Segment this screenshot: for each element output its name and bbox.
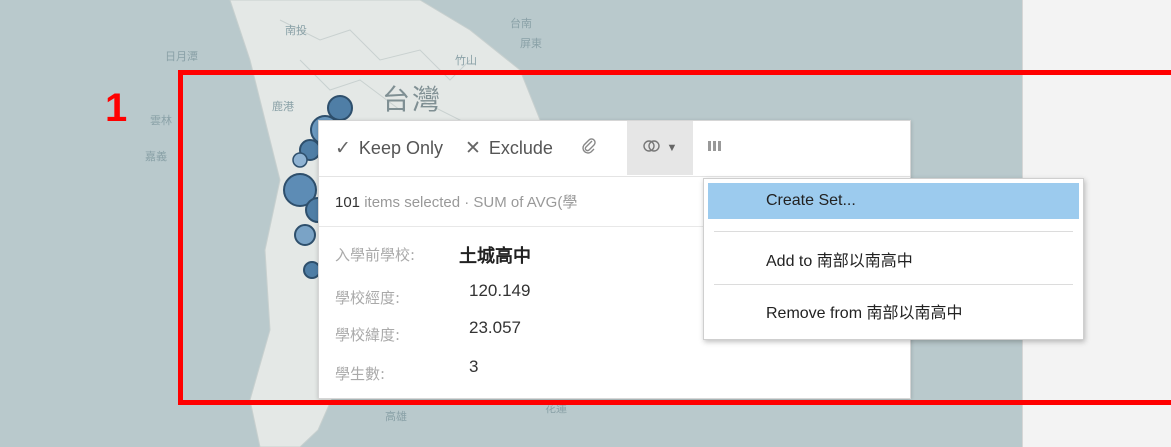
map-place-label: 高雄: [385, 410, 407, 423]
map-place-label: 雲林: [150, 114, 172, 127]
map-place-label: 竹山: [455, 54, 477, 67]
map-place-label: 嘉義: [145, 150, 167, 163]
map-place-label: 屏東: [520, 37, 542, 50]
map-place-label: 日月潭: [165, 50, 198, 63]
map-place-label: 台南: [510, 17, 532, 30]
map-place-label: 南投: [285, 24, 307, 37]
annotation-highlight-box: [178, 70, 1171, 405]
step-number: 1: [105, 86, 128, 130]
